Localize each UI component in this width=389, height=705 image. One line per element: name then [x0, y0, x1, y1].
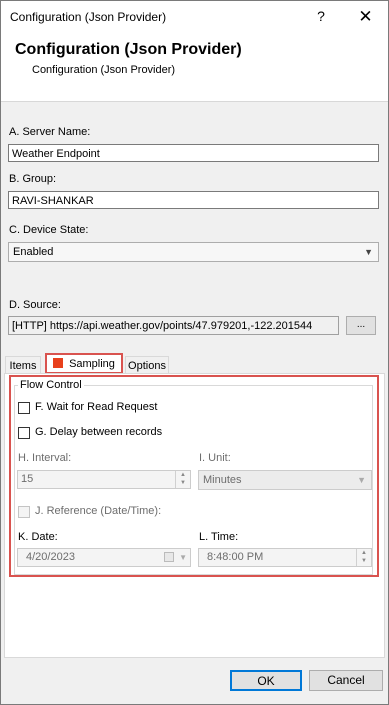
date-picker[interactable]: 4/20/2023 ▼ [17, 548, 191, 567]
header-title: Configuration (Json Provider) [15, 41, 242, 58]
chevron-down-icon: ▼ [357, 475, 366, 485]
delay-between-records-label: G. Delay between records [35, 426, 163, 438]
interval-value: 15 [21, 473, 34, 485]
source-input[interactable]: [HTTP] https://api.weather.gov/points/47… [8, 316, 339, 335]
wait-for-read-label: F. Wait for Read Request [35, 401, 158, 413]
time-stepper[interactable]: 8:48:00 PM ▲ ▼ [198, 548, 372, 567]
wait-for-read-checkbox[interactable] [18, 402, 30, 414]
unit-select[interactable]: Minutes ▼ [198, 470, 372, 490]
cancel-button[interactable]: Cancel [309, 670, 383, 691]
delay-between-records-checkbox[interactable] [18, 427, 30, 439]
close-button[interactable]: ✕ [343, 1, 388, 32]
interval-label: H. Interval: [18, 452, 72, 464]
dialog-header: Configuration (Json Provider) Configurat… [1, 32, 388, 102]
help-button[interactable]: ? [301, 1, 341, 32]
tab-highlight-frame [45, 353, 123, 374]
unit-value: Minutes [203, 474, 242, 486]
ok-button[interactable]: OK [230, 670, 302, 691]
reference-label: J. Reference (Date/Time): [35, 505, 162, 517]
date-value: 4/20/2023 [26, 551, 75, 563]
flow-control-title: Flow Control [18, 379, 84, 391]
tab-items[interactable]: Items [5, 356, 41, 374]
group-label: B. Group: [9, 173, 57, 185]
source-label: D. Source: [9, 299, 61, 311]
date-label: K. Date: [18, 531, 58, 543]
device-state-label: C. Device State: [9, 224, 89, 236]
interval-spin-icon: ▲ ▼ [175, 471, 190, 488]
calendar-icon [164, 552, 174, 562]
group-input[interactable]: RAVI-SHANKAR [8, 191, 379, 209]
title-bar: Configuration (Json Provider) ? ✕ [1, 1, 388, 32]
device-state-select[interactable]: Enabled ▼ [8, 242, 379, 262]
device-state-value: Enabled [13, 246, 54, 258]
window-title: Configuration (Json Provider) [10, 10, 167, 24]
tab-options[interactable]: Options [125, 356, 169, 374]
chevron-down-icon: ▼ [179, 553, 187, 562]
time-spin-icon: ▲ ▼ [356, 549, 371, 566]
unit-label: I. Unit: [199, 452, 231, 464]
browse-source-button[interactable]: ... [346, 316, 376, 335]
configuration-dialog: Configuration (Json Provider) ? ✕ Config… [0, 0, 389, 705]
time-label: L. Time: [199, 531, 239, 543]
server-name-input[interactable]: Weather Endpoint [8, 144, 379, 162]
time-value: 8:48:00 PM [207, 551, 264, 563]
server-name-label: A. Server Name: [9, 126, 91, 138]
chevron-down-icon: ▼ [364, 247, 373, 257]
reference-checkbox[interactable] [18, 506, 30, 518]
interval-stepper[interactable]: 15 ▲ ▼ [17, 470, 191, 489]
header-subtitle: Configuration (Json Provider) [32, 64, 176, 76]
